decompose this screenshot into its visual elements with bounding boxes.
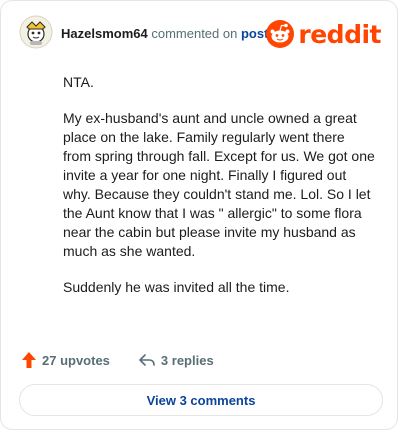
username[interactable]: Hazelsmom64 [61,26,148,41]
commented-on-text: commented on [151,26,238,41]
comment-paragraph: NTA. [63,74,94,90]
reddit-wordmark: reddit [298,19,381,49]
reddit-logo[interactable]: reddit [265,19,381,49]
upvote-arrow-icon [22,352,36,368]
reddit-snoo-icon [266,20,295,48]
avatar-icon [19,15,53,49]
comment-header: Hazelsmom64 commented on post reddit [19,15,383,51]
replies-button[interactable]: 3 replies [138,352,214,368]
replies-count: 3 replies [160,352,214,368]
avatar[interactable] [19,15,53,49]
post-link[interactable]: post [241,26,268,41]
upvote-button[interactable]: 27 upvotes [21,351,110,369]
reply-arrow-icon [139,354,155,366]
comment-actions: 27 upvotes 3 replies [21,349,214,371]
comment-paragraph: My ex-husband's aunt and uncle owned a g… [63,110,375,259]
view-comments-button[interactable]: View 3 comments [19,384,383,416]
comment-byline: Hazelsmom64 commented on post [61,26,268,41]
comment-body: NTA. My ex-husband's aunt and uncle owne… [63,73,375,314]
comment-card: Hazelsmom64 commented on post reddit NTA… [0,0,398,430]
comment-paragraph: Suddenly he was invited all the time. [63,279,290,295]
upvote-count: 27 upvotes [42,352,110,368]
